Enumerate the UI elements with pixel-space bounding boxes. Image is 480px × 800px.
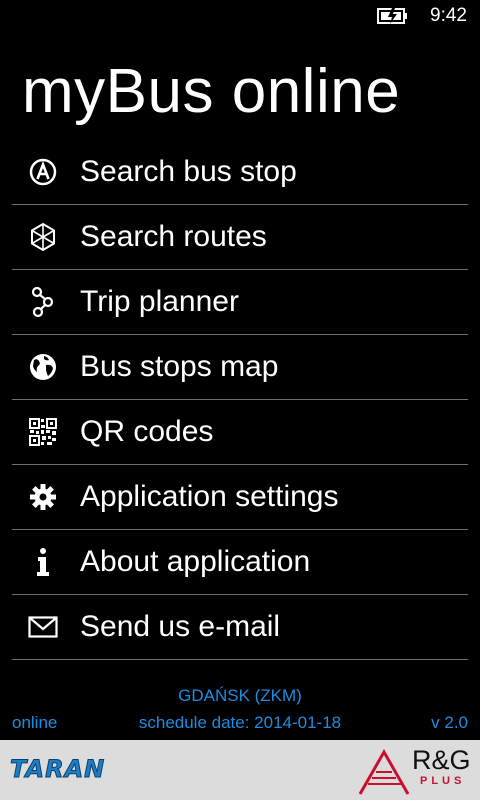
- menu-label: Search routes: [80, 220, 267, 253]
- qr-code-icon: [26, 415, 60, 449]
- menu-label: Trip planner: [80, 285, 239, 318]
- routes-icon: [26, 220, 60, 254]
- version-label: v 2.0: [431, 713, 468, 732]
- main-menu: Search bus stop Search routes Trip plann…: [12, 140, 468, 660]
- battery-charging-icon: [377, 8, 407, 24]
- online-status[interactable]: online: [12, 713, 57, 733]
- menu-label: Application settings: [80, 480, 339, 513]
- menu-item-search-routes[interactable]: Search routes: [12, 205, 468, 270]
- city-label: GDAŃSK (ZKM): [178, 686, 302, 705]
- gear-icon: [26, 480, 60, 514]
- clock: 9:42: [430, 5, 467, 26]
- menu-item-about-application[interactable]: About application: [12, 530, 468, 595]
- rg-logo: R&G: [412, 745, 471, 775]
- menu-label: About application: [80, 545, 311, 578]
- bus-stop-icon: [26, 155, 60, 189]
- menu-item-search-bus-stop[interactable]: Search bus stop: [12, 140, 468, 205]
- rg-plus-label: PLUS: [420, 775, 466, 787]
- menu-item-bus-stops-map[interactable]: Bus stops map: [12, 335, 468, 400]
- menu-item-application-settings[interactable]: Application settings: [12, 465, 468, 530]
- menu-item-qr-codes[interactable]: QR codes: [12, 400, 468, 465]
- menu-item-trip-planner[interactable]: Trip planner: [12, 270, 468, 335]
- menu-label: Send us e-mail: [80, 610, 281, 643]
- menu-label: Bus stops map: [80, 350, 279, 383]
- menu-item-send-email[interactable]: Send us e-mail: [12, 595, 468, 660]
- info-icon: [26, 545, 60, 579]
- app-title: myBus online: [22, 57, 401, 126]
- menu-label: Search bus stop: [80, 155, 297, 188]
- logo-bar: TARAN R&G PLUS: [0, 740, 480, 800]
- menu-label: QR codes: [80, 415, 214, 448]
- trip-planner-icon: [26, 285, 60, 319]
- mail-icon: [26, 610, 60, 644]
- taran-logo: TARAN: [9, 755, 106, 784]
- globe-icon: [26, 350, 60, 384]
- schedule-date: schedule date: 2014-01-18: [138, 713, 342, 732]
- rg-triangle-logo-icon: [358, 748, 410, 795]
- status-bar: 9:42: [0, 0, 480, 32]
